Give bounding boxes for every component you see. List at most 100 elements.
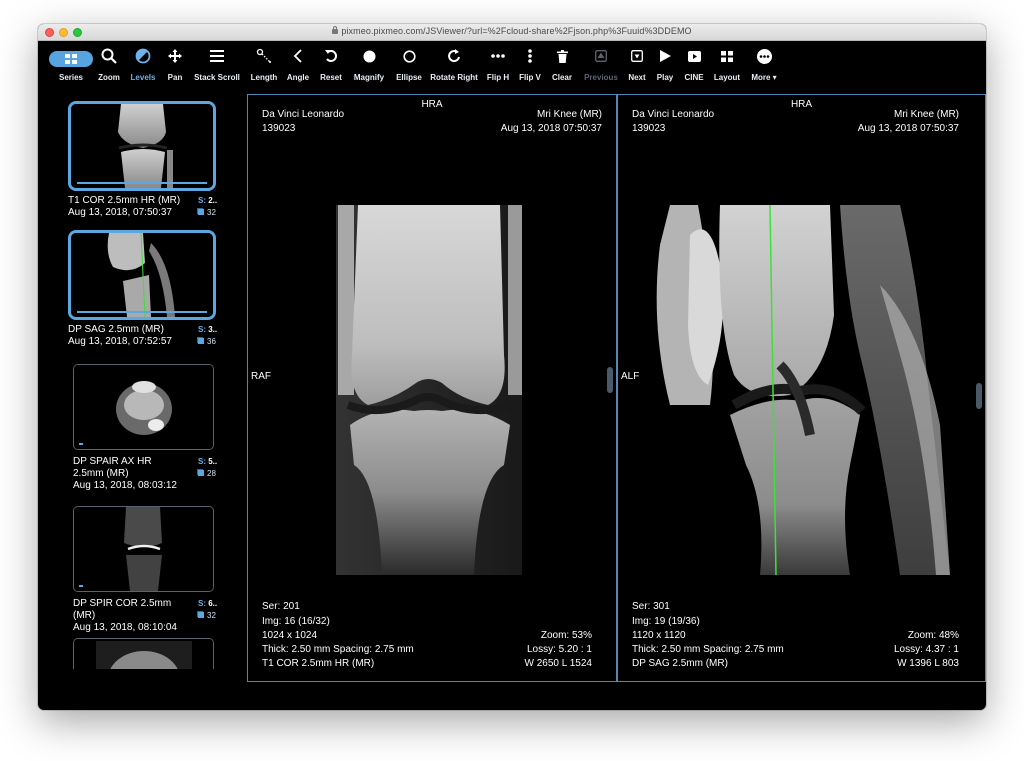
- orientation-left: ALF: [621, 371, 640, 382]
- address-bar[interactable]: pixmeo.pixmeo.com/JSViewer/?url=%2Fcloud…: [38, 26, 986, 36]
- series-item[interactable]: DP SPIR COR 2.5mm (MR) Aug 13, 2018, 08:…: [73, 506, 223, 634]
- viewport-scrollbar-handle[interactable]: [976, 383, 982, 409]
- image-count: 36: [207, 337, 216, 346]
- angle-button[interactable]: Angle: [285, 41, 311, 94]
- browser-titlebar: pixmeo.pixmeo.com/JSViewer/?url=%2Fcloud…: [38, 24, 986, 41]
- series-item[interactable]: T1 COR 2.5mm HR (MR) Aug 13, 2018, 07:50…: [68, 101, 218, 219]
- reset-button[interactable]: Reset: [317, 41, 345, 94]
- image-count: 32: [207, 208, 216, 217]
- series-date: Aug 13, 2018, 07:50:37: [68, 207, 172, 218]
- flip-v-button[interactable]: Flip V: [517, 41, 543, 94]
- image-dimensions-overlay: 1120 x 1120: [632, 630, 686, 641]
- viewport-scrollbar-handle[interactable]: [607, 367, 613, 393]
- series-number-badge: S: 3..: [198, 325, 218, 334]
- stack-scroll-label: Stack Scroll: [194, 73, 240, 82]
- flip-v-label: Flip V: [519, 73, 541, 82]
- series-info: DP SPAIR AX HR 2.5mm (MR) Aug 13, 2018, …: [73, 456, 223, 492]
- rotate-right-label: Rotate Right: [430, 73, 478, 82]
- magnify-button[interactable]: Magnify: [349, 41, 389, 94]
- knee-axial-thumb-image: [74, 365, 213, 449]
- lock-icon: [332, 26, 339, 34]
- flip-h-button[interactable]: Flip H: [484, 41, 512, 94]
- series-thumbnail[interactable]: [68, 101, 216, 191]
- patient-name: Da Vinci Leonardo: [632, 109, 715, 120]
- clear-label: Clear: [551, 73, 572, 82]
- knee-coronal-mri-image: [328, 205, 528, 575]
- pan-button[interactable]: Pan: [162, 41, 188, 94]
- series-item[interactable]: DP SAG 2.5mm (MR) Aug 13, 2018, 07:52:57…: [68, 230, 218, 348]
- play-icon: [659, 41, 671, 71]
- zoom-label: Zoom: [98, 73, 120, 82]
- series-thumbnail[interactable]: [68, 230, 216, 320]
- lossy-overlay: Lossy: 5.20 : 1: [526, 644, 592, 655]
- previous-icon: [595, 41, 607, 71]
- series-sidebar: T1 COR 2.5mm HR (MR) Aug 13, 2018, 07:50…: [38, 94, 245, 669]
- thickness-overlay: Thick: 2.50 mm Spacing: 2.75 mm: [632, 644, 784, 655]
- thickness-overlay: Thick: 2.50 mm Spacing: 2.75 mm: [262, 644, 414, 655]
- viewport-coronal[interactable]: HRA Da Vinci Leonardo 139023 Mri Knee (M…: [247, 94, 617, 682]
- ellipse-label: Ellipse: [396, 73, 422, 82]
- image-count: 28: [207, 469, 216, 478]
- levels-label: Levels: [130, 73, 156, 82]
- series-number: 5..: [208, 457, 218, 466]
- series-item[interactable]: DP SPAIR AX HR 2.5mm (MR) Aug 13, 2018, …: [73, 364, 223, 492]
- zoom-overlay: Zoom: 53%: [540, 630, 592, 641]
- play-label: Play: [656, 73, 674, 82]
- ellipse-button[interactable]: Ellipse: [393, 41, 425, 94]
- rotate-right-button[interactable]: Rotate Right: [429, 41, 479, 94]
- patient-name: Da Vinci Leonardo: [262, 109, 345, 120]
- series-description-overlay: T1 COR 2.5mm HR (MR): [262, 658, 375, 669]
- cine-label: CINE: [684, 73, 704, 82]
- play-button[interactable]: Play: [653, 41, 677, 94]
- zoom-button[interactable]: Zoom: [94, 41, 124, 94]
- image-count-badge: 32: [198, 610, 220, 622]
- ruler-icon: [256, 41, 272, 71]
- move-arrows-icon: [167, 41, 183, 71]
- series-info: DP SPIR COR 2.5mm (MR) Aug 13, 2018, 08:…: [73, 598, 223, 634]
- series-info: T1 COR 2.5mm HR (MR) Aug 13, 2018, 07:50…: [68, 195, 218, 219]
- zoom-overlay: Zoom: 48%: [907, 630, 959, 641]
- viewport-sagittal[interactable]: HRA Da Vinci Leonardo 139023 Mri Knee (M…: [617, 94, 986, 682]
- stack-icon: [198, 470, 204, 476]
- next-icon: [631, 41, 643, 71]
- layout-label: Layout: [713, 73, 741, 82]
- layout-grid-icon: [721, 41, 733, 71]
- series-name: DP SPAIR AX HR 2.5mm (MR): [73, 456, 152, 479]
- series-name: T1 COR 2.5mm HR (MR): [68, 195, 181, 206]
- next-label: Next: [628, 73, 646, 82]
- video-icon: [687, 41, 701, 71]
- stack-scroll-button[interactable]: Stack Scroll: [192, 41, 242, 94]
- more-icon: [756, 41, 772, 71]
- length-label: Length: [250, 73, 278, 82]
- knee-sagittal-mri-image: [650, 205, 960, 575]
- series-info: DP SAG 2.5mm (MR) Aug 13, 2018, 07:52:57…: [68, 324, 218, 348]
- series-thumbnail[interactable]: [73, 638, 214, 669]
- series-button[interactable]: Series: [48, 41, 94, 94]
- clear-button[interactable]: Clear: [548, 41, 576, 94]
- thumbnail-progress-bar: [79, 585, 83, 587]
- window-level-overlay: W 1396 L 803: [897, 658, 959, 669]
- more-button[interactable]: More ▾: [748, 41, 780, 94]
- browser-window: pixmeo.pixmeo.com/JSViewer/?url=%2Fcloud…: [38, 24, 986, 710]
- dots-horizontal-icon: [491, 41, 505, 71]
- length-button[interactable]: Length: [247, 41, 281, 94]
- series-thumbnail[interactable]: [73, 506, 214, 592]
- series-number: 3..: [208, 325, 218, 334]
- cine-button[interactable]: CINE: [681, 41, 707, 94]
- series-date: Aug 13, 2018, 08:03:12: [73, 480, 177, 491]
- rotate-right-icon: [447, 41, 461, 71]
- next-button[interactable]: Next: [625, 41, 649, 94]
- layout-button[interactable]: Layout: [712, 41, 742, 94]
- filled-circle-icon: [363, 41, 376, 71]
- series-item[interactable]: [73, 638, 223, 669]
- series-thumbnail[interactable]: [73, 364, 214, 450]
- study-date: Aug 13, 2018 07:50:37: [857, 123, 959, 134]
- reset-label: Reset: [320, 73, 342, 82]
- dots-vertical-icon: [528, 41, 532, 71]
- levels-button[interactable]: Levels: [127, 41, 159, 94]
- previous-button[interactable]: Previous: [581, 41, 621, 94]
- bars-icon: [210, 41, 224, 71]
- series-description-overlay: DP SAG 2.5mm (MR): [632, 658, 728, 669]
- thumbnail-progress-bar: [79, 443, 83, 445]
- series-name: DP SPIR COR 2.5mm (MR): [73, 598, 172, 621]
